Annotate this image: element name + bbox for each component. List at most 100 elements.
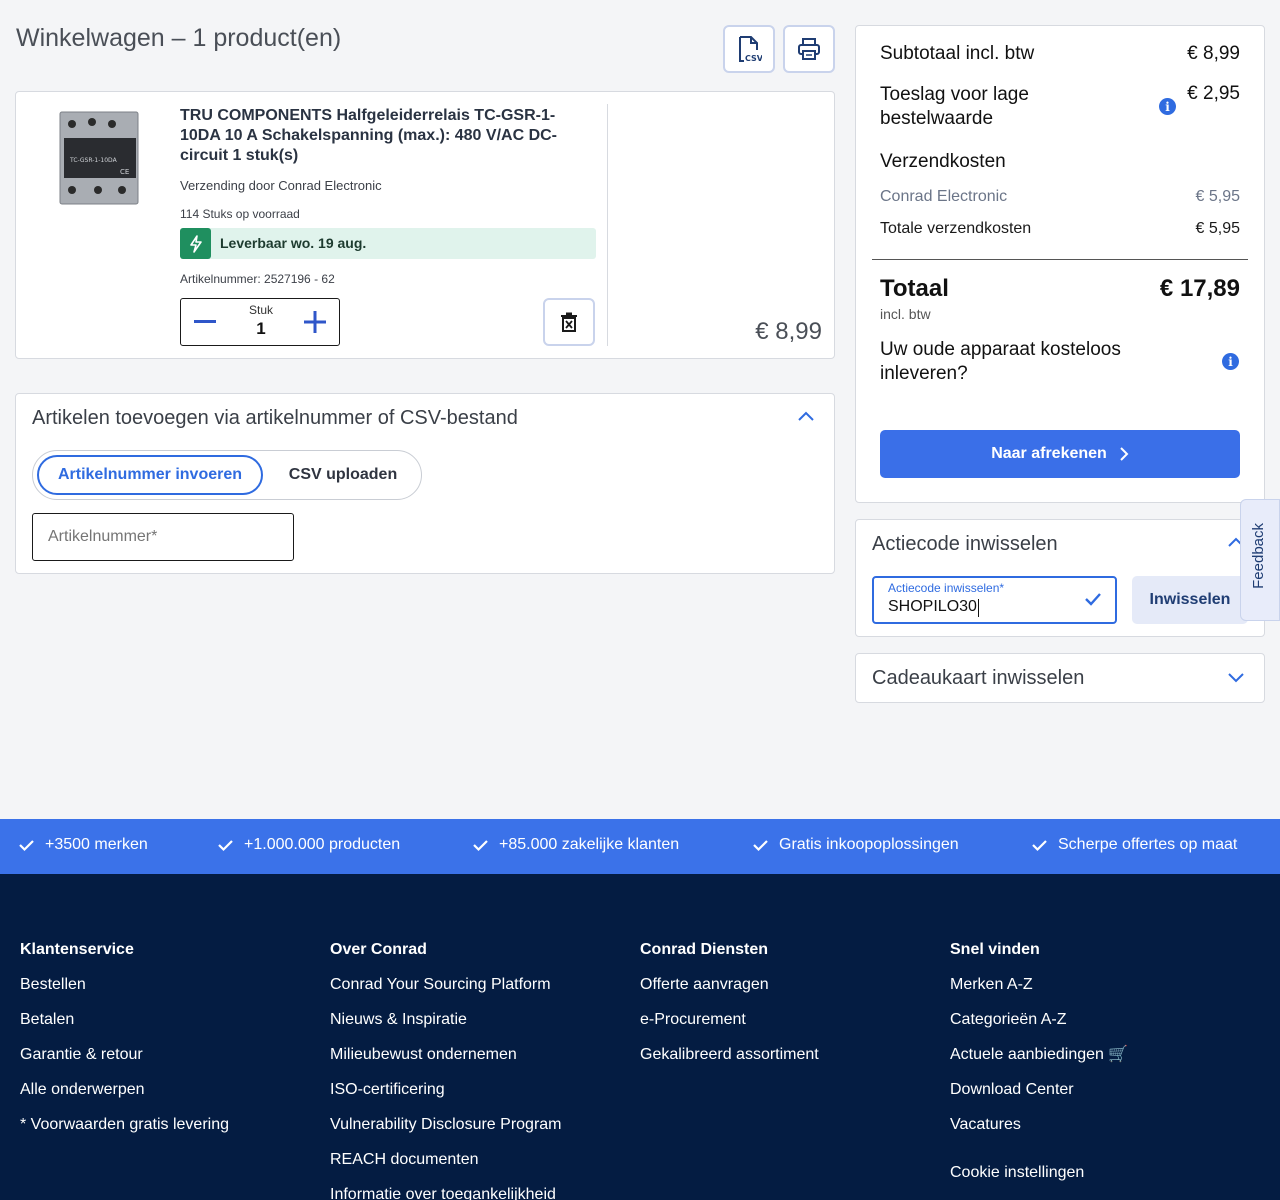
csv-export-button[interactable]: CSV — [723, 25, 775, 73]
shipping-info: Verzending door Conrad Electronic — [180, 178, 382, 193]
info-icon[interactable]: i — [1222, 353, 1239, 370]
usp-item: +85.000 zakelijke klanten — [472, 836, 679, 854]
cookie-settings-link[interactable]: Cookie instellingen — [950, 1164, 1128, 1199]
product-title[interactable]: TRU COMPONENTS Halfgeleiderrelais TC-GSR… — [180, 106, 590, 166]
card-divider — [607, 104, 608, 346]
entry-mode-toggle: Artikelnummer invoeren CSV uploaden — [32, 450, 422, 500]
usp-text: +3500 merken — [45, 836, 148, 853]
footer-link[interactable]: Offerte aanvragen — [640, 976, 819, 1011]
summary-divider — [872, 259, 1248, 260]
remove-item-button[interactable] — [543, 298, 595, 346]
footer-link[interactable]: Alle onderwerpen — [20, 1081, 229, 1116]
footer-link[interactable]: Categorieën A-Z — [950, 1011, 1128, 1046]
shipping-heading: Verzendkosten — [880, 151, 1006, 172]
add-articles-panel: Artikelen toevoegen via artikelnummer of… — [15, 393, 835, 574]
footer-link[interactable]: Bestellen — [20, 976, 229, 1011]
checkmark-icon — [1085, 593, 1101, 606]
footer-link[interactable]: ISO-certificering — [330, 1081, 562, 1116]
usp-item: Gratis inkoopoplossingen — [752, 836, 959, 854]
chevron-right-icon — [1120, 447, 1129, 461]
usp-bar: +3500 merken +1.000.000 producten +85.00… — [0, 819, 1280, 874]
site-footer: Klantenservice Bestellen Betalen Garanti… — [0, 874, 1280, 1200]
footer-link[interactable]: Download Center — [950, 1081, 1128, 1116]
redeem-button[interactable]: Inwisselen — [1132, 576, 1248, 624]
increase-quantity-button[interactable] — [303, 309, 327, 335]
footer-heading: Conrad Diensten — [640, 941, 769, 958]
add-articles-title[interactable]: Artikelen toevoegen via artikelnummer of… — [32, 407, 518, 430]
footer-link[interactable]: Milieubewust ondernemen — [330, 1046, 562, 1081]
footer-column-customer-service: Klantenservice Bestellen Betalen Garanti… — [20, 941, 229, 1151]
checkmark-icon — [473, 839, 488, 851]
checkmark-icon — [218, 839, 233, 851]
article-number: Artikelnummer: 2527196 - 62 — [180, 272, 335, 286]
csv-export-icon: CSV — [739, 36, 762, 63]
product-image[interactable]: TC-GSR-1-10DA CE — [58, 104, 140, 210]
footer-link[interactable]: * Voorwaarden gratis levering — [20, 1116, 229, 1151]
promo-code-title[interactable]: Actiecode inwisselen — [872, 533, 1058, 556]
text-cursor — [978, 599, 979, 617]
usp-item: +1.000.000 producten — [217, 836, 400, 854]
chevron-down-icon[interactable] — [1226, 670, 1246, 684]
recycle-offer-text: Uw oude apparaat kosteloos inleveren? — [880, 339, 1121, 384]
usp-item: Scherpe offertes op maat — [1031, 836, 1237, 854]
promo-code-input[interactable]: SHOPILO30 — [888, 598, 977, 616]
chevron-up-icon[interactable] — [796, 410, 816, 424]
footer-link[interactable]: Nieuws & Inspiratie — [330, 1011, 562, 1046]
footer-column-about: Over Conrad Conrad Your Sourcing Platfor… — [330, 941, 562, 1200]
total-value: € 17,89 — [1159, 275, 1240, 302]
ce-mark: CE — [120, 168, 129, 176]
checkout-button[interactable]: Naar afrekenen — [880, 430, 1240, 478]
surcharge-label: Toeslag voor lage bestelwaarde — [880, 84, 1029, 129]
trash-icon — [561, 312, 577, 332]
footer-link[interactable]: Informatie over toegankelijkheid — [330, 1186, 562, 1200]
footer-link[interactable]: Actuele aanbiedingen 🛒 — [950, 1046, 1128, 1081]
shipping-provider-value: € 5,95 — [1195, 188, 1240, 205]
plus-icon — [304, 311, 326, 333]
subtotal-value: € 8,99 — [1187, 43, 1240, 64]
footer-link[interactable]: Betalen — [20, 1011, 229, 1046]
order-summary: Subtotaal incl. btw € 8,99 Toeslag voor … — [855, 25, 1265, 503]
surcharge-value: € 2,95 — [1187, 83, 1240, 104]
usp-text: +1.000.000 producten — [244, 836, 401, 853]
incl-vat-note: incl. btw — [880, 306, 931, 322]
footer-link[interactable]: Gekalibreerd assortiment — [640, 1046, 819, 1081]
promo-code-field[interactable]: Actiecode inwisselen* SHOPILO30 — [872, 576, 1117, 624]
gift-card-panel[interactable]: Cadeaukaart inwisselen — [855, 653, 1265, 703]
print-button[interactable] — [783, 25, 835, 73]
checkmark-icon — [753, 839, 768, 851]
tab-article-number[interactable]: Artikelnummer invoeren — [37, 455, 263, 495]
footer-column-services: Conrad Diensten Offerte aanvragen e-Proc… — [640, 941, 819, 1081]
tab-csv-upload[interactable]: CSV uploaden — [273, 455, 413, 495]
footer-link[interactable]: Conrad Your Sourcing Platform — [330, 976, 562, 1011]
feedback-label[interactable]: Feedback — [1250, 523, 1267, 589]
footer-heading: Klantenservice — [20, 941, 134, 958]
subtotal-label: Subtotaal incl. btw — [880, 43, 1035, 64]
footer-link[interactable]: Vulnerability Disclosure Program — [330, 1116, 562, 1151]
info-icon[interactable]: i — [1159, 98, 1176, 115]
shipping-provider: Conrad Electronic — [880, 188, 1008, 205]
checkmark-icon — [1032, 839, 1047, 851]
usp-text: Gratis inkoopoplossingen — [779, 836, 959, 853]
page-title: Winkelwagen – 1 product(en) — [16, 24, 342, 52]
quantity-stepper[interactable]: Stuk 1 — [180, 298, 340, 346]
total-label: Totaal — [880, 275, 949, 302]
lightning-icon — [180, 228, 211, 259]
article-number-input[interactable] — [32, 513, 294, 561]
footer-heading: Snel vinden — [950, 941, 1040, 958]
usp-text: +85.000 zakelijke klanten — [499, 836, 680, 853]
availability-banner: Leverbaar wo. 19 aug. — [180, 228, 596, 259]
footer-link[interactable]: e-Procurement — [640, 1011, 819, 1046]
footer-heading: Over Conrad — [330, 941, 427, 958]
promo-code-panel: Actiecode inwisselen Actiecode inwissele… — [855, 519, 1265, 637]
footer-link[interactable]: Garantie & retour — [20, 1046, 229, 1081]
printer-icon — [798, 38, 820, 60]
svg-text:CSV: CSV — [745, 54, 762, 63]
promo-field-label: Actiecode inwisselen* — [888, 581, 1005, 595]
stock-status: 114 Stuks op voorraad — [180, 207, 300, 221]
footer-link[interactable]: Merken A-Z — [950, 976, 1128, 1011]
footer-link[interactable]: Vacatures — [950, 1116, 1128, 1151]
footer-link[interactable]: REACH documenten — [330, 1151, 562, 1186]
cart-item-card: TC-GSR-1-10DA CE TRU COMPONENTS Halfgele… — [15, 91, 835, 359]
gift-card-title[interactable]: Cadeaukaart inwisselen — [872, 667, 1084, 690]
shipping-total-value: € 5,95 — [1195, 220, 1240, 237]
